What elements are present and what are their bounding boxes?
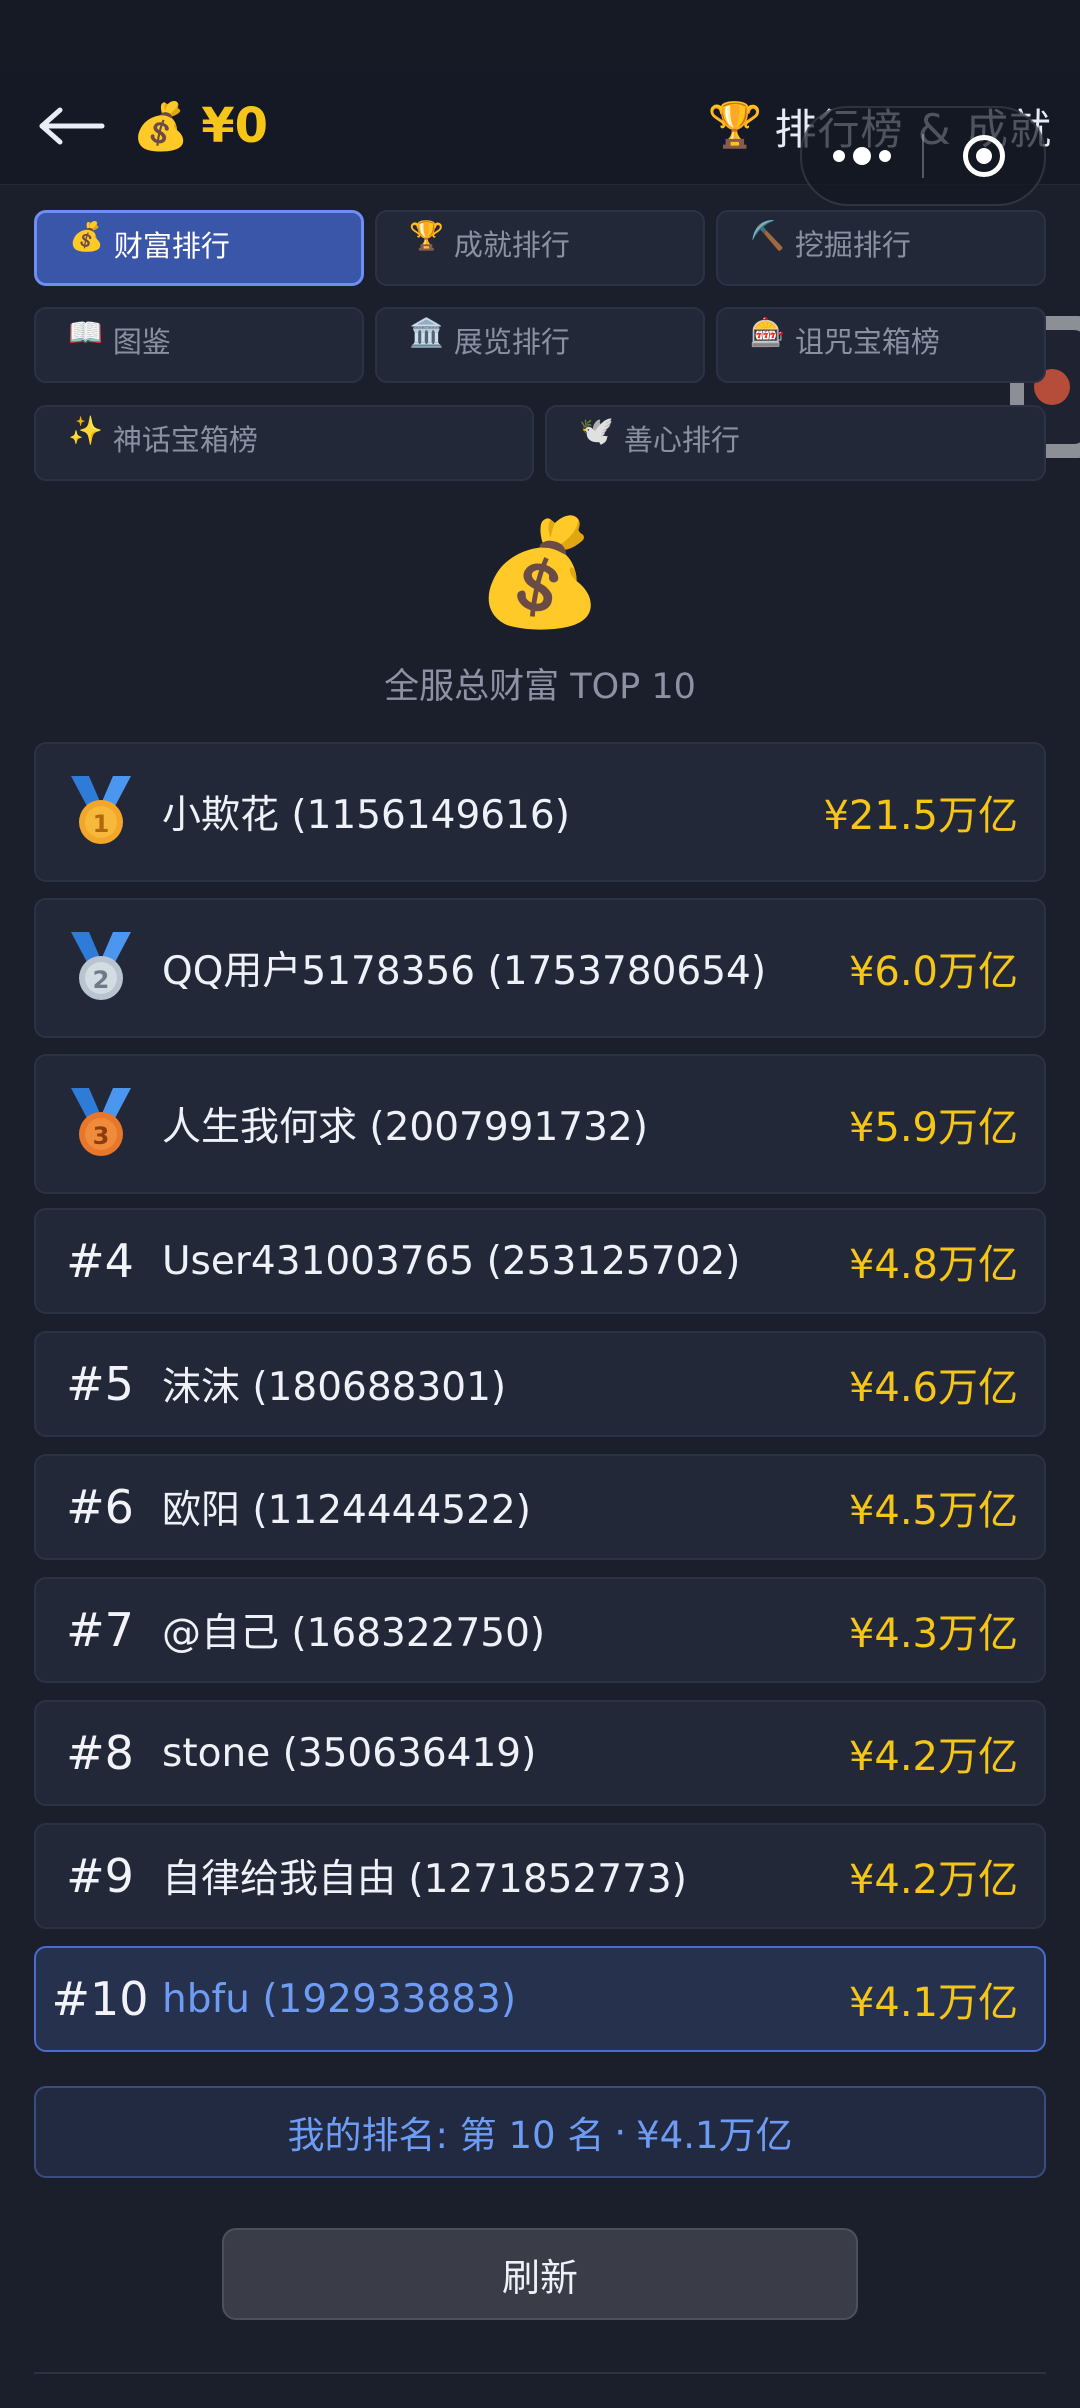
leaderboard-title: 全服总财富 TOP 10 <box>384 667 696 707</box>
tab-cursed-chest[interactable]: 🎰 诅咒宝箱榜 <box>716 307 1046 383</box>
more-dot-icon <box>853 147 871 165</box>
tab-label: 财富排行 <box>113 229 230 263</box>
arrow-left-icon <box>39 107 105 145</box>
money-bag-icon: 💰 <box>132 99 190 153</box>
back-button[interactable] <box>34 96 108 156</box>
tab-achievement[interactable]: 🏆 成就排行 <box>375 210 705 286</box>
sparkles-icon: ✨ <box>68 414 103 447</box>
table-row: 2 QQ用户5178356 (1753780654) ¥6.0万亿 <box>34 898 1046 1038</box>
tab-exhibition[interactable]: 🏛️ 展览排行 <box>375 307 705 383</box>
tab-wealth[interactable]: 💰 财富排行 <box>34 210 364 286</box>
more-options-button[interactable] <box>802 108 922 204</box>
player-name: QQ用户5178356 (1753780654) <box>162 949 767 994</box>
trophy-icon: 🏆 <box>707 100 763 151</box>
trophy-icon: 🏆 <box>409 219 444 252</box>
svg-text:1: 1 <box>93 810 110 838</box>
tab-label: 展览排行 <box>453 325 570 359</box>
tab-kindness[interactable]: 🕊️ 善心排行 <box>545 405 1046 481</box>
balance-display: 💰 ¥0 <box>132 96 268 156</box>
player-wealth: ¥4.3万亿 <box>848 1611 1018 1657</box>
tab-catalog[interactable]: 📖 图鉴 <box>34 307 364 383</box>
tab-digging[interactable]: ⛏️ 挖掘排行 <box>716 210 1046 286</box>
rank-number: #7 <box>66 1603 134 1657</box>
player-name: User431003765 (253125702) <box>162 1238 741 1284</box>
player-wealth: ¥4.8万亿 <box>848 1242 1018 1288</box>
miniprogram-capsule <box>800 106 1046 206</box>
player-wealth: ¥4.6万亿 <box>848 1365 1018 1411</box>
tab-label: 成就排行 <box>453 228 570 262</box>
table-row: #7 @自己 (168322750) ¥4.3万亿 <box>34 1577 1046 1683</box>
player-name: 沫沫 (180688301) <box>162 1365 507 1410</box>
rank-number: #5 <box>66 1357 134 1411</box>
rank-number: #6 <box>66 1480 134 1534</box>
gold-medal-icon: 1 <box>66 744 136 880</box>
player-wealth: ¥4.2万亿 <box>848 1857 1018 1903</box>
museum-icon: 🏛️ <box>409 316 444 349</box>
book-icon: 📖 <box>68 316 103 349</box>
player-name: 小欺花 (1156149616) <box>162 793 570 838</box>
money-bag-icon: 💰 <box>475 511 605 633</box>
player-wealth: ¥21.5万亿 <box>823 793 1018 839</box>
silver-medal-icon: 2 <box>66 900 136 1036</box>
svg-text:2: 2 <box>93 966 110 994</box>
rank-number: #8 <box>66 1726 134 1780</box>
tab-label: 善心排行 <box>623 423 740 457</box>
svg-text:3: 3 <box>93 1122 110 1150</box>
player-name: @自己 (168322750) <box>162 1611 546 1656</box>
slot-machine-icon: 🎰 <box>750 316 785 349</box>
table-row: #4 User431003765 (253125702) ¥4.8万亿 <box>34 1208 1046 1314</box>
balance-value: ¥0 <box>201 98 269 154</box>
my-rank-amount: ¥4.1万亿 <box>636 2114 793 2157</box>
player-wealth: ¥5.9万亿 <box>848 1105 1018 1151</box>
rank-number: #9 <box>66 1849 134 1903</box>
player-wealth: ¥4.2万亿 <box>848 1734 1018 1780</box>
table-row: #6 欧阳 (1124444522) ¥4.5万亿 <box>34 1454 1046 1560</box>
tab-label: 图鉴 <box>112 325 171 359</box>
target-close-icon <box>963 135 1005 177</box>
tab-label: 挖掘排行 <box>794 228 911 262</box>
divider <box>34 2372 1046 2374</box>
tab-label: 诅咒宝箱榜 <box>794 325 940 359</box>
player-name: 自律给我自由 (1271852773) <box>162 1857 687 1902</box>
tab-label: 神话宝箱榜 <box>112 423 258 457</box>
table-row: #8 stone (350636419) ¥4.2万亿 <box>34 1700 1046 1806</box>
money-bag-icon: 💰 <box>69 220 104 253</box>
player-wealth: ¥6.0万亿 <box>848 949 1018 995</box>
dove-icon: 🕊️ <box>579 414 614 447</box>
player-name: stone (350636419) <box>162 1730 537 1776</box>
table-row: 1 小欺花 (1156149616) ¥21.5万亿 <box>34 742 1046 882</box>
table-row: #5 沫沫 (180688301) ¥4.6万亿 <box>34 1331 1046 1437</box>
pickaxe-icon: ⛏️ <box>750 219 785 252</box>
player-name: 人生我何求 (2007991732) <box>162 1105 648 1150</box>
status-bar <box>0 0 1080 66</box>
bronze-medal-icon: 3 <box>66 1056 136 1192</box>
table-row: #9 自律给我自由 (1271852773) ¥4.2万亿 <box>34 1823 1046 1929</box>
player-wealth: ¥4.1万亿 <box>848 1980 1018 2026</box>
refresh-button[interactable]: 刷新 <box>222 2228 858 2320</box>
my-rank-separator: · <box>614 2110 627 2154</box>
rank-number: #10 <box>51 1972 149 2026</box>
my-rank-banner: 我的排名: 第 10 名 · ¥4.1万亿 <box>34 2086 1046 2178</box>
table-row: 3 人生我何求 (2007991732) ¥5.9万亿 <box>34 1054 1046 1194</box>
close-miniprogram-button[interactable] <box>924 108 1044 204</box>
rank-number: #4 <box>66 1234 134 1288</box>
player-wealth: ¥4.5万亿 <box>848 1488 1018 1534</box>
table-row-current-user: #10 hbfu (192933883) ¥4.1万亿 <box>34 1946 1046 2052</box>
my-rank-label: 我的排名: 第 10 名 <box>287 2114 605 2157</box>
player-name: 欧阳 (1124444522) <box>162 1488 531 1533</box>
tab-myth-chest[interactable]: ✨ 神话宝箱榜 <box>34 405 534 481</box>
more-dot-icon <box>833 150 845 162</box>
more-dot-icon <box>879 150 891 162</box>
player-name: hbfu (192933883) <box>162 1976 517 2022</box>
